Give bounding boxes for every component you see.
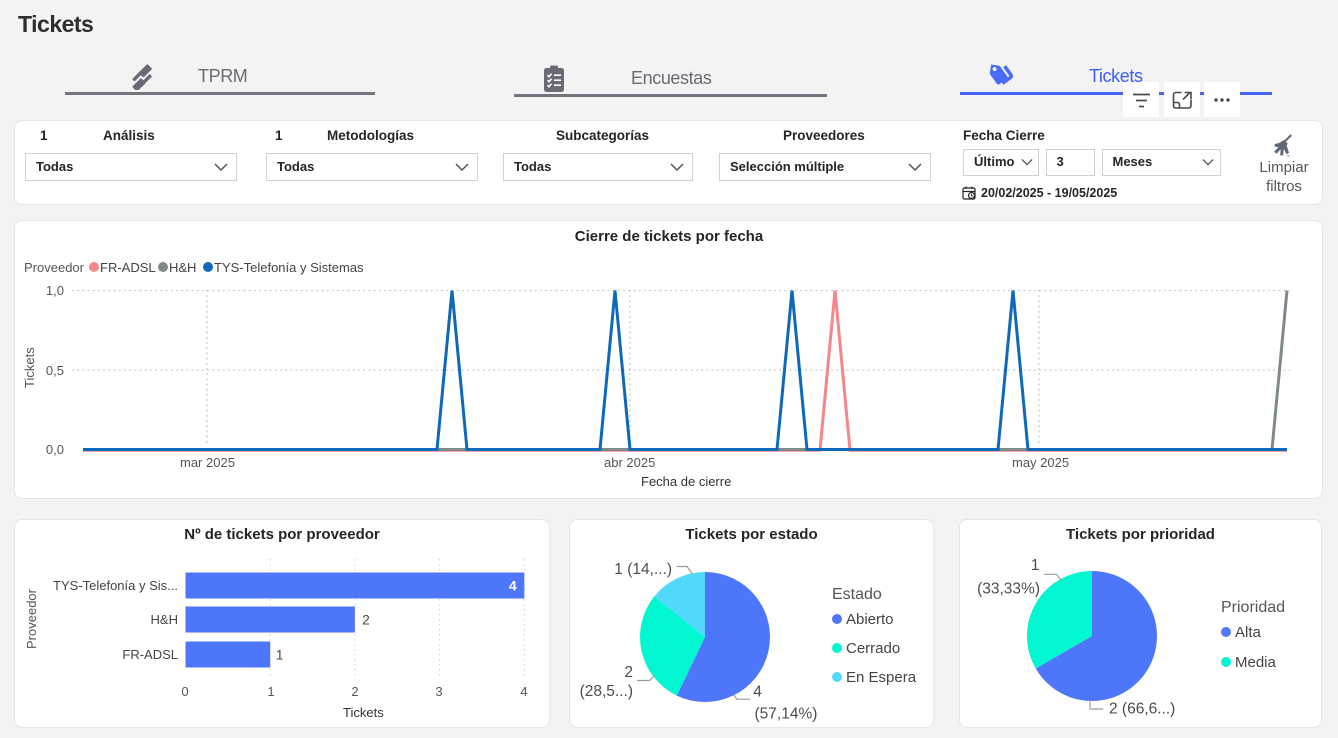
svg-text:Alta: Alta: [1235, 624, 1262, 641]
svg-text:Estado: Estado: [832, 586, 882, 603]
svg-text:Abierto: Abierto: [846, 611, 894, 628]
svg-text:(57,14%): (57,14%): [755, 705, 818, 722]
svg-text:En Espera: En Espera: [846, 669, 917, 686]
svg-text:1 (14,...): 1 (14,...): [614, 561, 672, 578]
svg-text:1: 1: [276, 648, 284, 663]
svg-text:2: 2: [624, 664, 633, 681]
svg-text:2: 2: [362, 613, 370, 628]
svg-text:1: 1: [1031, 557, 1040, 574]
svg-text:Media: Media: [1235, 654, 1277, 671]
svg-text:4: 4: [753, 683, 762, 700]
svg-text:Prioridad: Prioridad: [1221, 599, 1285, 616]
svg-text:(33,33%): (33,33%): [977, 580, 1040, 597]
svg-text:2 (66,6...): 2 (66,6...): [1109, 700, 1175, 717]
svg-text:Cerrado: Cerrado: [846, 640, 900, 657]
svg-text:(28,5...): (28,5...): [580, 683, 633, 700]
svg-text:4: 4: [509, 578, 517, 594]
